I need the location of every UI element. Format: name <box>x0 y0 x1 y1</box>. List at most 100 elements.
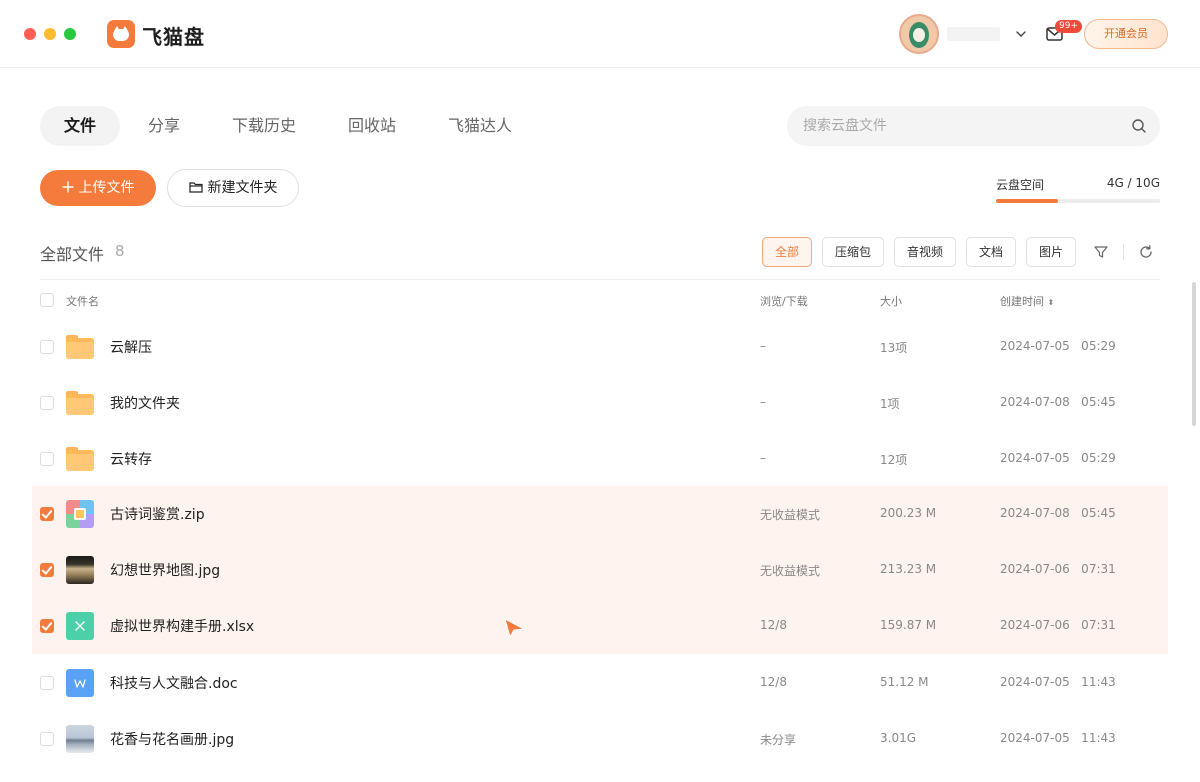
mail-badge: 99+ <box>1055 20 1082 33</box>
folder-icon <box>66 389 94 417</box>
image-thumbnail-icon <box>66 556 94 584</box>
files-count: 8 <box>115 242 125 260</box>
row-checkbox[interactable] <box>40 732 54 746</box>
user-avatar[interactable] <box>899 14 939 54</box>
file-views: – <box>760 451 766 465</box>
search-box <box>787 106 1160 146</box>
file-size: 51.12 M <box>880 675 929 689</box>
table-row[interactable]: 古诗词鉴赏.zip 无收益模式 200.23 M 2024-07-08 05:4… <box>32 486 1168 542</box>
storage-value: 4G / 10G <box>1106 176 1160 190</box>
new-folder-button-label: 新建文件夹 <box>207 180 278 196</box>
file-size: 3.01G <box>880 731 917 745</box>
maximize-window-button[interactable] <box>64 28 76 40</box>
header-divider <box>40 279 1160 280</box>
close-window-button[interactable] <box>24 28 36 40</box>
column-header-views: 浏览/下载 <box>760 295 808 308</box>
storage-progress-bar <box>996 199 1160 203</box>
tab-files[interactable]: 文件 <box>40 106 120 146</box>
file-created: 2024-07-05 05:29 <box>1000 339 1116 353</box>
upload-button[interactable]: 上传文件 <box>40 170 156 206</box>
filter-all[interactable]: 全部 <box>762 237 812 267</box>
column-header-created-label: 创建时间 <box>1000 295 1044 308</box>
row-checkbox[interactable] <box>40 563 54 577</box>
row-checkbox[interactable] <box>40 676 54 690</box>
search-icon[interactable] <box>1131 118 1147 134</box>
storage-progress-fill <box>996 199 1059 203</box>
file-created: 2024-07-06 07:31 <box>1000 618 1116 632</box>
file-views: – <box>760 339 766 353</box>
file-name[interactable]: 虚拟世界构建手册.xlsx <box>110 616 254 636</box>
filter-documents[interactable]: 文档 <box>966 237 1016 267</box>
file-views: 无收益模式 <box>760 564 821 578</box>
tab-feimao-expert[interactable]: 飞猫达人 <box>436 106 524 146</box>
vertical-scrollbar[interactable] <box>1192 282 1196 426</box>
file-name[interactable]: 云转存 <box>110 449 152 469</box>
column-header-size[interactable]: 大小 <box>880 293 902 309</box>
file-views: 未分享 <box>760 733 797 747</box>
sort-icon[interactable]: ⬍ <box>1048 298 1055 307</box>
row-checkbox[interactable] <box>40 340 54 354</box>
filter-archives[interactable]: 压缩包 <box>822 237 884 267</box>
folder-icon <box>66 445 94 473</box>
zip-file-icon <box>66 500 94 528</box>
file-name[interactable]: 幻想世界地图.jpg <box>110 560 220 580</box>
row-checkbox[interactable] <box>40 396 54 410</box>
minimize-window-button[interactable] <box>44 28 56 40</box>
image-thumbnail-icon <box>66 725 94 753</box>
filter-media[interactable]: 音视频 <box>894 237 956 267</box>
file-size: 200.23 M <box>880 506 937 520</box>
table-row[interactable]: 云解压 – 13项 2024-07-05 05:29 <box>32 319 1168 375</box>
table-row[interactable]: 我的文件夹 – 1项 2024-07-08 05:45 <box>32 375 1168 431</box>
table-row[interactable]: 花香与花名画册.jpg 未分享 3.01G 2024-07-05 11:43 <box>32 711 1168 767</box>
vip-button[interactable]: 开通会员 <box>1084 19 1168 49</box>
tab-share[interactable]: 分享 <box>136 106 192 146</box>
file-name[interactable]: 科技与人文融合.doc <box>110 673 238 693</box>
file-size: 1项 <box>880 397 900 411</box>
filter-images[interactable]: 图片 <box>1026 237 1076 267</box>
table-row[interactable]: 云转存 – 12项 2024-07-05 05:29 <box>32 431 1168 487</box>
mouse-cursor-icon <box>504 618 526 638</box>
file-views: – <box>760 395 766 409</box>
file-views: 12/8 <box>760 675 787 689</box>
toolbar-divider <box>1123 244 1124 260</box>
tab-download-history[interactable]: 下载历史 <box>220 106 308 146</box>
file-created: 2024-07-05 11:43 <box>1000 675 1116 689</box>
files-title: 全部文件 <box>40 245 105 264</box>
file-views: 无收益模式 <box>760 508 821 522</box>
file-size: 13项 <box>880 341 908 355</box>
file-views: 12/8 <box>760 618 787 632</box>
row-checkbox[interactable] <box>40 452 54 466</box>
file-name[interactable]: 花香与花名画册.jpg <box>110 729 234 749</box>
upload-button-label: 上传文件 <box>78 180 135 196</box>
table-row[interactable]: 科技与人文融合.doc 12/8 51.12 M 2024-07-05 11:4… <box>32 655 1168 711</box>
funnel-icon[interactable] <box>1093 244 1109 260</box>
folder-outline-icon <box>188 181 203 193</box>
file-name[interactable]: 我的文件夹 <box>110 393 180 413</box>
file-created: 2024-07-08 05:45 <box>1000 395 1116 409</box>
file-name[interactable]: 云解压 <box>110 337 152 357</box>
tab-recycle-bin[interactable]: 回收站 <box>336 106 408 146</box>
file-name[interactable]: 古诗词鉴赏.zip <box>110 504 205 524</box>
file-created: 2024-07-06 07:31 <box>1000 562 1116 576</box>
row-checkbox[interactable] <box>40 507 54 521</box>
table-row[interactable]: 虚拟世界构建手册.xlsx 12/8 159.87 M 2024-07-06 0… <box>32 598 1168 654</box>
new-folder-button[interactable]: 新建文件夹 <box>167 169 299 207</box>
username-placeholder[interactable] <box>947 27 1000 41</box>
table-row[interactable]: 幻想世界地图.jpg 无收益模式 213.23 M 2024-07-06 07:… <box>32 542 1168 598</box>
refresh-icon[interactable] <box>1138 244 1154 260</box>
spreadsheet-file-icon <box>66 612 94 640</box>
chevron-down-icon[interactable] <box>1013 26 1029 42</box>
file-created: 2024-07-05 11:43 <box>1000 731 1116 745</box>
file-size: 12项 <box>880 453 908 467</box>
search-input[interactable] <box>803 106 1123 146</box>
title-bar: 飞猫盘 99+ 开通会员 <box>0 0 1200 68</box>
column-header-name[interactable]: 文件名 <box>66 293 99 309</box>
row-checkbox[interactable] <box>40 619 54 633</box>
plus-icon <box>61 180 74 193</box>
file-created: 2024-07-05 05:29 <box>1000 451 1116 465</box>
select-all-checkbox[interactable] <box>40 293 54 307</box>
column-header-created[interactable]: 创建时间 ⬍ <box>1000 293 1054 309</box>
file-size: 159.87 M <box>880 618 937 632</box>
app-logo-icon <box>107 20 135 48</box>
storage-label: 云盘空间 <box>996 178 1045 192</box>
